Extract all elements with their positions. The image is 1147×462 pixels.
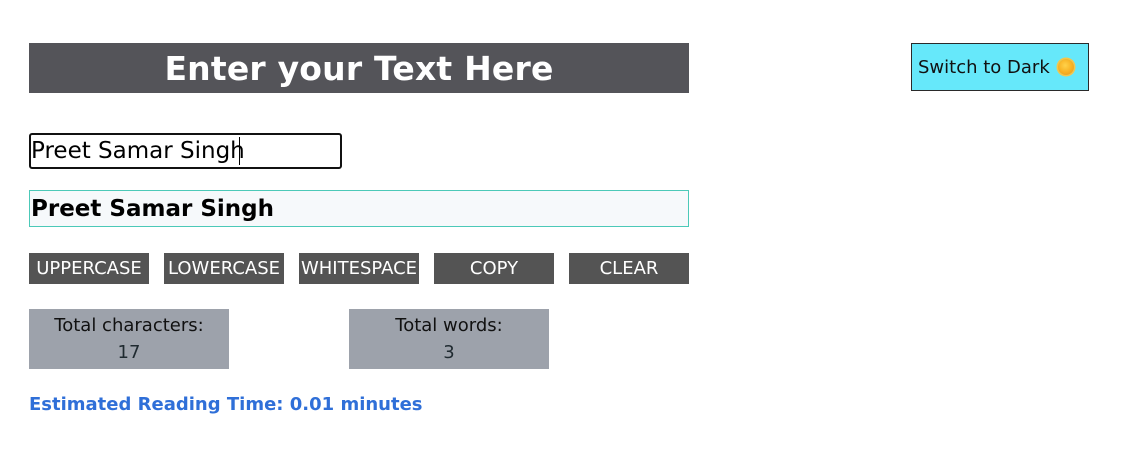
word-count-value: 3	[443, 342, 455, 363]
clear-button[interactable]: CLEAR	[569, 253, 689, 284]
text-cursor	[239, 137, 240, 165]
character-count-card: Total characters: 17	[29, 309, 229, 369]
character-count-label: Total characters:	[54, 315, 204, 336]
lowercase-button[interactable]: LOWERCASE	[164, 253, 284, 284]
whitespace-button[interactable]: WHITESPACE	[299, 253, 419, 284]
reading-time-text: Estimated Reading Time: 0.01 minutes	[29, 394, 423, 415]
sun-icon	[1057, 59, 1074, 75]
page-title: Enter your Text Here	[29, 43, 689, 93]
text-utility-page: Enter your Text Here Switch to Dark Pree…	[0, 0, 1147, 462]
theme-toggle-button[interactable]: Switch to Dark	[911, 43, 1089, 91]
word-count-label: Total words:	[395, 315, 503, 336]
text-input[interactable]	[29, 133, 342, 169]
word-count-card: Total words: 3	[349, 309, 549, 369]
copy-button[interactable]: COPY	[434, 253, 554, 284]
text-preview: Preet Samar Singh	[29, 190, 689, 227]
theme-toggle-label: Switch to Dark	[918, 56, 1050, 78]
page-title-text: Enter your Text Here	[164, 48, 554, 88]
uppercase-button[interactable]: UPPERCASE	[29, 253, 149, 284]
character-count-value: 17	[117, 342, 141, 363]
text-preview-value: Preet Samar Singh	[31, 195, 274, 222]
